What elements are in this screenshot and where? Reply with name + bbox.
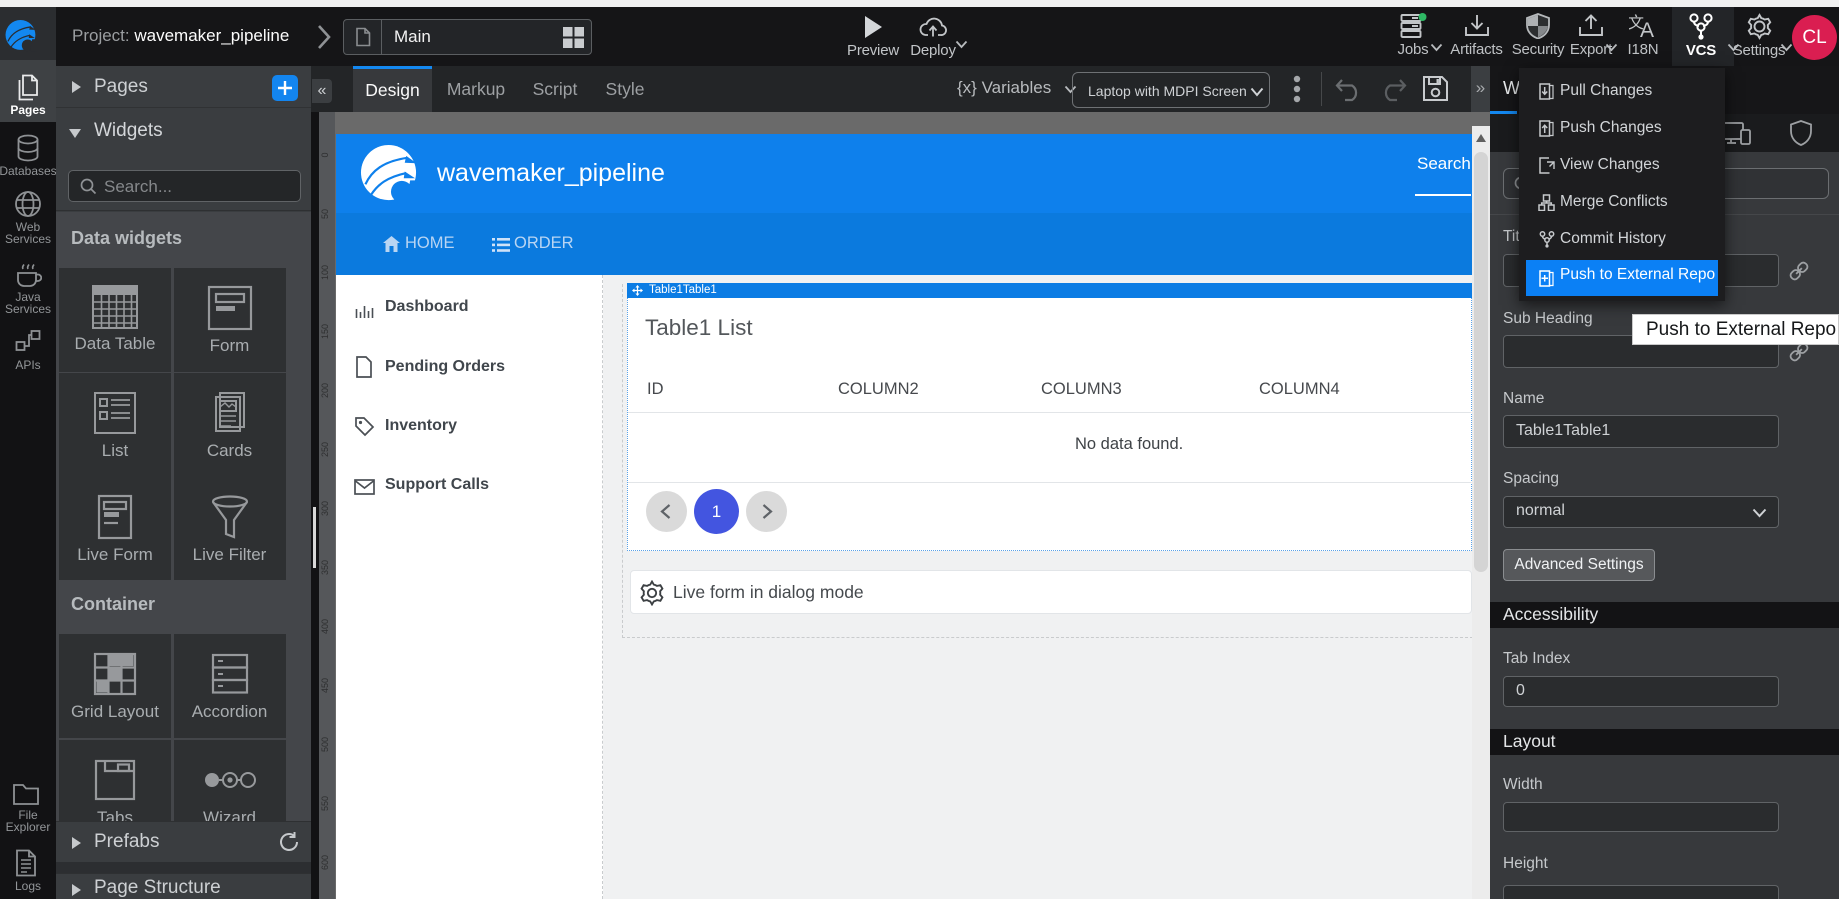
svg-text:A: A: [1640, 19, 1654, 39]
